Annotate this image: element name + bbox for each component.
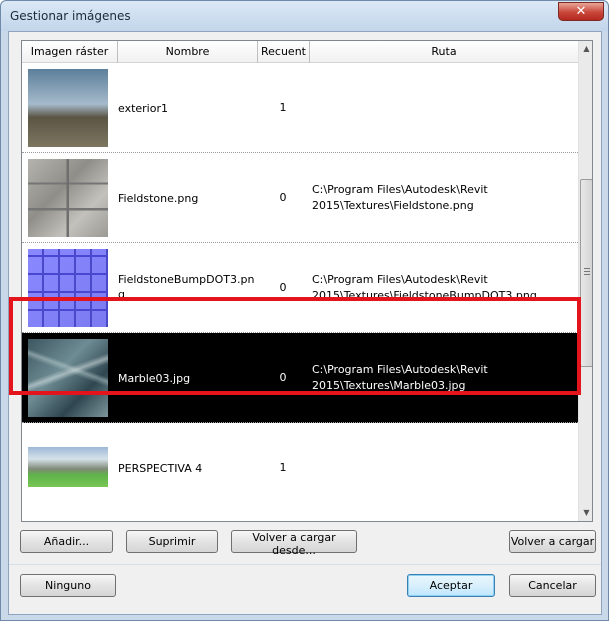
accept-button[interactable]: Aceptar [407,574,495,597]
table-row[interactable]: Fieldstone.png 0 C:\Program Files\Autode… [22,153,578,243]
separator [9,564,601,565]
image-count: 1 [279,461,287,474]
vertical-scrollbar[interactable]: ▲ ▼ [578,41,592,521]
image-thumbnail [28,447,108,487]
image-thumbnail [28,339,108,417]
grip-line [584,274,590,275]
column-header-count[interactable]: Recuent [258,41,310,63]
column-header-path[interactable]: Ruta [310,41,578,63]
image-name: PERSPECTIVA 4 [118,462,203,475]
close-icon: ✕ [575,4,587,19]
scrollbar-thumb[interactable] [580,179,592,367]
table-row[interactable]: exterior1 1 [22,63,578,153]
table-row[interactable]: PERSPECTIVA 4 1 [22,423,578,521]
image-count: 1 [279,101,287,114]
title-bar[interactable]: Gestionar imágenes ✕ [1,1,608,31]
close-button[interactable]: ✕ [558,2,604,21]
image-count: 0 [279,191,287,204]
image-path-line: 2015\Textures\Marble03.jpg [312,379,466,392]
images-list: Imagen ráster Nombre Recuent Ruta exteri… [21,40,593,522]
image-name-line: FieldstoneBumpDOT3.pn [118,273,255,286]
column-header-name[interactable]: Nombre [118,41,258,63]
image-name: Fieldstone.png [118,192,199,205]
image-path-line: C:\Program Files\Autodesk\Revit [312,363,488,376]
reload-button[interactable]: Volver a cargar [509,530,596,553]
image-path-line: 2015\Textures\FieldstoneBumpDOT3.png [312,289,537,302]
image-name: FieldstoneBumpDOT3.pn g [118,272,258,302]
image-path: C:\Program Files\Autodesk\Revit 2015\Tex… [312,272,574,304]
table-row[interactable]: FieldstoneBumpDOT3.pn g 0 C:\Program Fil… [22,243,578,333]
delete-button[interactable]: Suprimir [126,530,218,553]
table-row-selected[interactable]: Marble03.jpg 0 C:\Program Files\Autodesk… [22,333,578,423]
image-path: C:\Program Files\Autodesk\Revit 2015\Tex… [312,362,574,394]
scroll-down-icon[interactable]: ▼ [579,505,592,521]
add-button[interactable]: Añadir... [20,530,113,553]
image-thumbnail [28,159,108,237]
image-name-line: g [118,288,125,301]
image-path-line: 2015\Textures\Fieldstone.png [312,199,474,212]
image-thumbnail [28,249,108,327]
grip-line [584,268,590,269]
list-header: Imagen ráster Nombre Recuent Ruta [22,41,578,63]
image-path-line: C:\Program Files\Autodesk\Revit [312,273,488,286]
image-path: C:\Program Files\Autodesk\Revit 2015\Tex… [312,182,574,214]
column-header-raster-image[interactable]: Imagen ráster [22,41,118,63]
image-name: exterior1 [118,102,168,115]
dialog-title: Gestionar imágenes [10,9,131,23]
manage-images-dialog: Gestionar imágenes ✕ Imagen ráster Nombr… [0,0,609,621]
grip-line [584,271,590,272]
image-thumbnail [28,69,108,147]
image-count: 0 [279,281,287,294]
image-path-line: C:\Program Files\Autodesk\Revit [312,183,488,196]
none-button[interactable]: Ninguno [20,574,116,597]
image-count: 0 [279,371,287,384]
cancel-button[interactable]: Cancelar [509,574,596,597]
dialog-client-area: Imagen ráster Nombre Recuent Ruta exteri… [8,31,602,615]
scroll-up-icon[interactable]: ▲ [579,41,592,57]
reload-from-button[interactable]: Volver a cargar desde... [231,530,357,557]
image-name: Marble03.jpg [118,372,191,385]
